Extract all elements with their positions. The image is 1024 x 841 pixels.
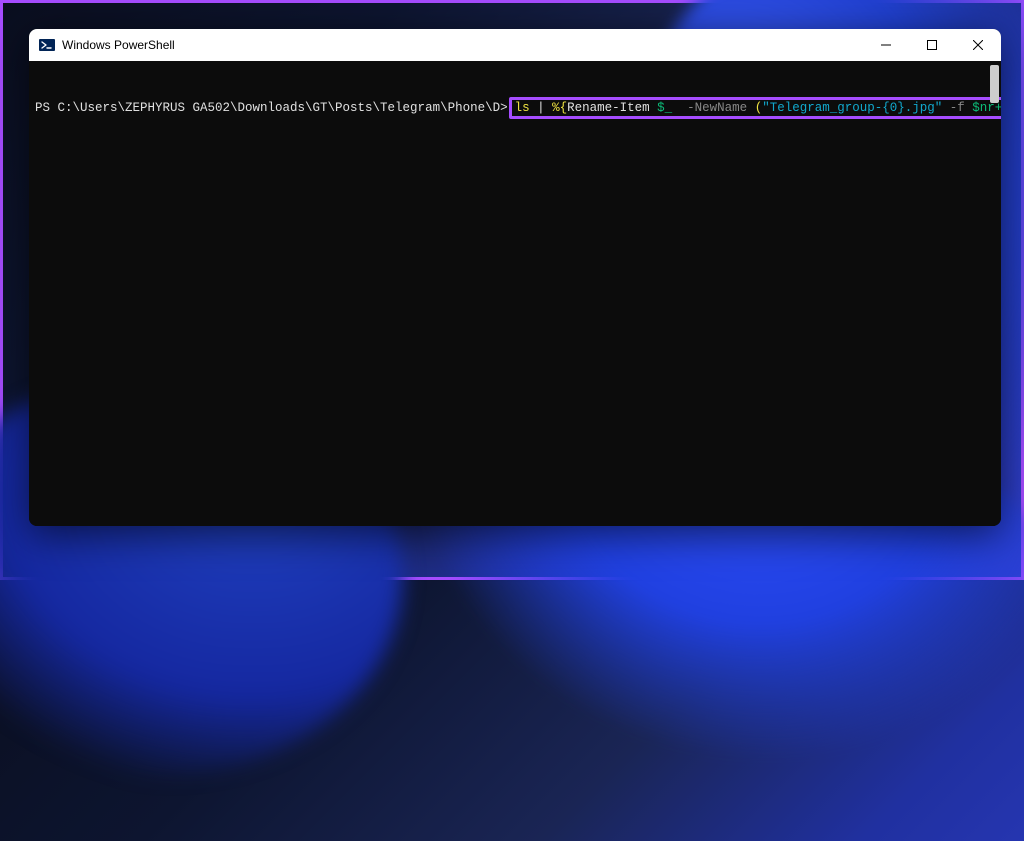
window-titlebar[interactable]: Windows PowerShell (29, 29, 1001, 61)
cmd-format-string: "Telegram_group-{0}.jpg" (762, 100, 942, 116)
prompt-line: PS C:\Users\ZEPHYRUS GA502\Downloads\GT\… (35, 97, 995, 119)
terminal-body[interactable]: PS C:\Users\ZEPHYRUS GA502\Downloads\GT\… (29, 61, 1001, 526)
maximize-button[interactable] (909, 29, 955, 61)
cmd-newname-param: -NewName (687, 100, 755, 116)
minimize-button[interactable] (863, 29, 909, 61)
cmd-format-op: -f (950, 100, 973, 116)
close-button[interactable] (955, 29, 1001, 61)
window-controls (863, 29, 1001, 61)
cmd-rename-item: Rename-Item (567, 100, 657, 116)
cmd-ls: ls (515, 100, 530, 116)
cmd-paren-open: ( (755, 100, 763, 116)
command-highlight: ls | %{ Rename-Item $_ -NewName ( "Teleg… (509, 97, 1001, 119)
scrollbar-thumb[interactable] (990, 65, 999, 103)
powershell-icon (39, 37, 55, 53)
cmd-foreach: %{ (552, 100, 567, 116)
cmd-pipeline-var: $_ (657, 100, 672, 116)
powershell-window: Windows PowerShell PS C:\Users\ZEPHYRUS … (29, 29, 1001, 526)
cmd-pipe: | (530, 100, 553, 116)
window-title: Windows PowerShell (62, 38, 863, 52)
prompt-path: PS C:\Users\ZEPHYRUS GA502\Downloads\GT\… (35, 100, 508, 116)
